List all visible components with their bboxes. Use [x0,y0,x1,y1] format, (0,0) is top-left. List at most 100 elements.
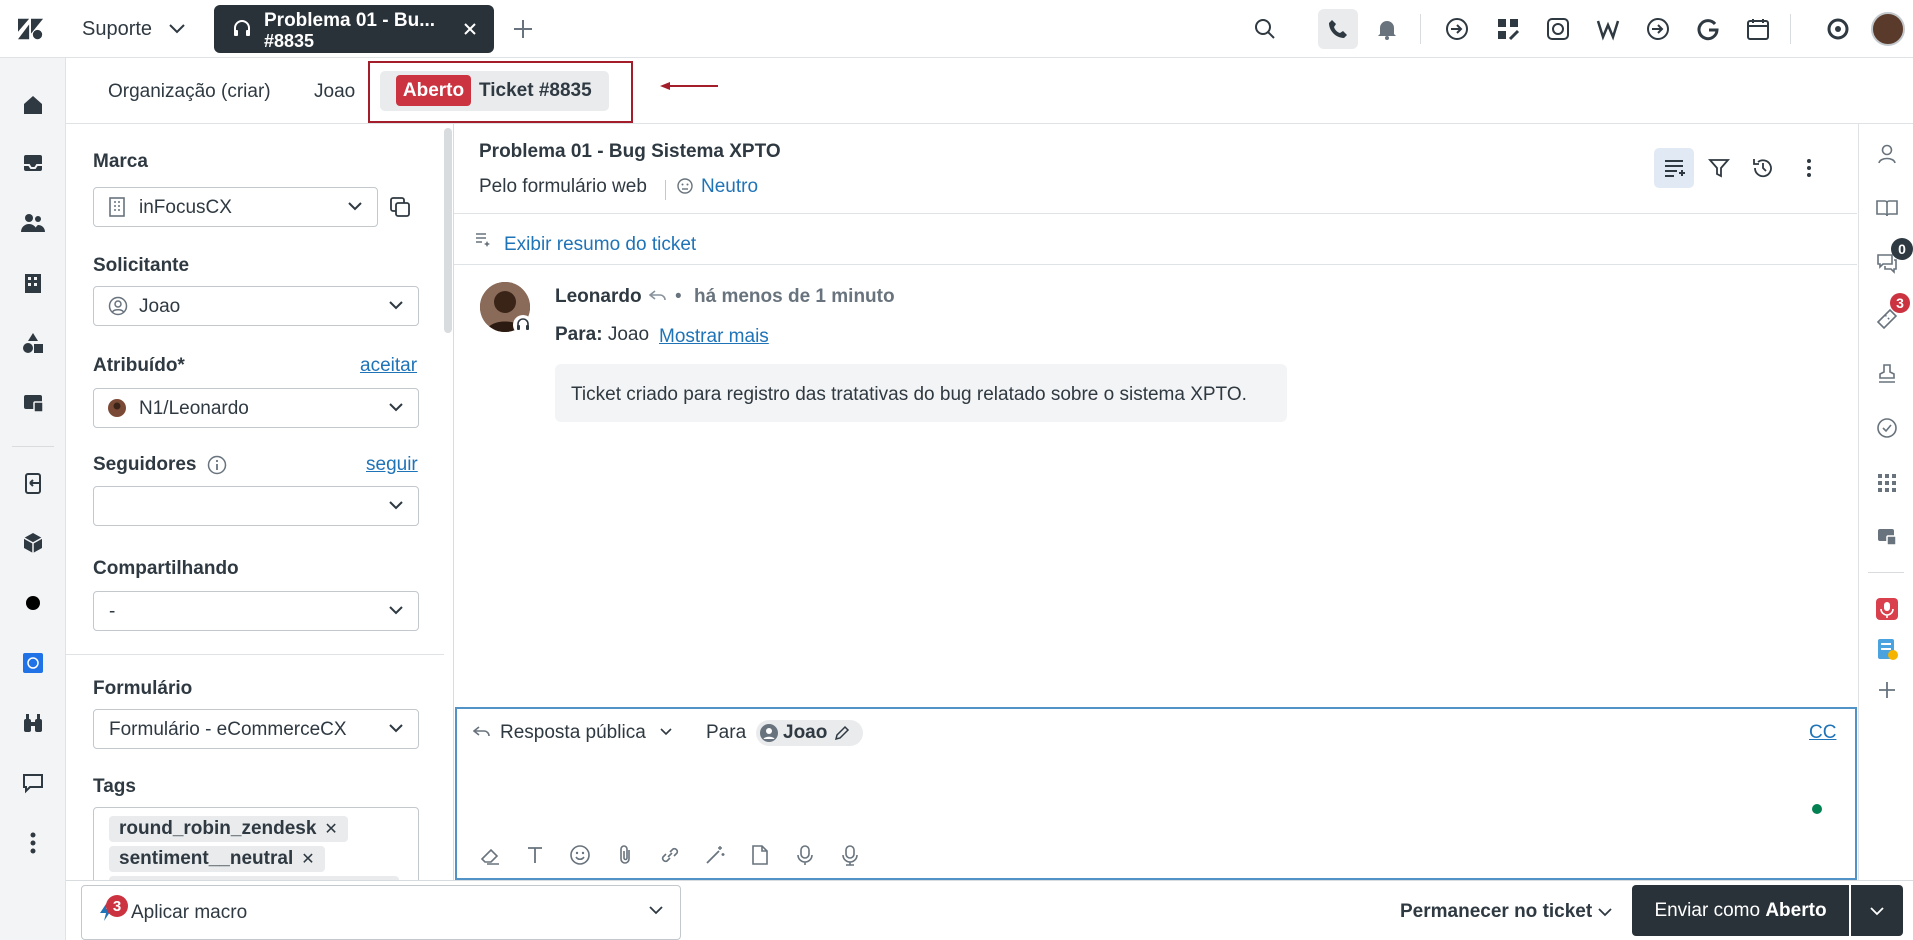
chevron-down-icon[interactable] [660,728,672,736]
submit-prefix: Enviar como [1654,899,1761,921]
copy-icon[interactable] [389,196,411,218]
neutral-face-icon [677,178,693,194]
link-icon[interactable] [658,843,682,867]
message-author[interactable]: Leonardo [555,286,642,308]
show-more-link[interactable]: Mostrar mais [659,326,769,348]
pencil-icon[interactable] [834,725,850,741]
reply-type-label[interactable]: Resposta pública [500,722,646,744]
close-icon[interactable] [462,21,478,37]
cc-link[interactable]: CC [1809,722,1836,744]
add-tab-icon[interactable] [510,16,536,42]
reporting-icon[interactable] [20,390,46,416]
brand-select[interactable]: inFocusCX [93,187,378,227]
attachment-icon[interactable] [613,843,637,867]
home-icon[interactable] [20,92,46,118]
message-body: Ticket criado para registro das tratativ… [571,384,1247,405]
voice-note-icon[interactable] [838,843,862,867]
emoji-icon[interactable] [568,843,592,867]
g-app-icon[interactable] [1695,16,1721,42]
add-app-icon[interactable] [1875,678,1899,702]
bell-icon[interactable] [1374,16,1400,42]
organizations-icon[interactable] [20,270,46,296]
recipient-chip[interactable]: Joao [756,720,863,746]
voice-recorder-app-icon[interactable] [1875,597,1899,621]
microphone-icon[interactable] [793,843,817,867]
history-icon[interactable] [1752,157,1774,179]
cube-icon[interactable] [20,530,46,556]
stamp-icon[interactable] [1875,361,1899,385]
assignee-select[interactable]: N1/Leonardo [93,388,419,428]
ticket-workspace-tab[interactable]: Problema 01 - Bu... #8835 [214,5,494,53]
panel-scrollbar[interactable] [444,128,452,333]
inbox-views-icon[interactable] [20,150,46,176]
arrow-in-circle-icon[interactable] [1444,16,1470,42]
user-icon [760,724,778,742]
follow-link[interactable]: seguir [366,454,418,476]
remove-tag-icon[interactable]: ✕ [324,819,337,839]
filter-icon[interactable] [1708,157,1730,179]
info-icon[interactable] [207,455,227,475]
separator [665,180,666,200]
whatsapp-icon[interactable] [1545,16,1571,42]
document-icon[interactable] [748,843,772,867]
check-circle-icon[interactable] [1875,416,1899,440]
zendesk-logo-icon[interactable] [18,16,44,42]
product-switcher-label[interactable]: Suporte [82,18,152,41]
dot-app-icon[interactable] [20,590,46,616]
sentiment-link[interactable]: Neutro [701,176,758,198]
more-vertical-icon[interactable] [1806,158,1812,178]
magic-wand-icon[interactable] [703,843,727,867]
more-vertical-icon[interactable] [20,830,46,856]
submit-button[interactable]: Enviar como Aberto [1632,885,1849,936]
binoculars-icon[interactable] [20,710,46,736]
form-select[interactable]: Formulário - eCommerceCX [93,709,419,749]
phone-icon [1328,19,1348,39]
conversation-view-button[interactable] [1654,148,1694,188]
toolbar-divider [1790,14,1791,44]
w-app-icon[interactable] [1595,16,1621,42]
apps-grid-icon[interactable] [1875,471,1899,495]
chevron-down-icon [388,300,404,310]
tag-label: sentiment__neutral [119,848,294,869]
sharing-select[interactable]: - [93,591,419,631]
requester-select[interactable]: Joao [93,286,419,326]
reporting-app-icon[interactable] [1875,525,1899,549]
stay-on-ticket-label[interactable]: Permanecer no ticket [1400,901,1592,923]
followers-select[interactable] [93,486,419,526]
show-ticket-summary-link[interactable]: Exibir resumo do ticket [504,234,696,256]
submit-options-button[interactable] [1851,885,1903,936]
chat-icon[interactable] [20,770,46,796]
ticket-subject: Problema 01 - Bug Sistema XPTO [479,141,781,162]
to-label: Para: [555,324,603,345]
forward-circle-icon[interactable] [1645,16,1671,42]
nav-divider [12,446,54,447]
main-navigation [0,58,66,940]
reply-arrow-icon [473,725,491,739]
help-lifebuoy-icon[interactable] [1825,16,1851,42]
grid-app-icon[interactable] [1495,16,1521,42]
remove-tag-icon[interactable]: ✕ [301,849,314,869]
search-icon[interactable] [1252,16,1278,42]
requester-tab-link[interactable]: Joao [314,81,355,103]
exit-app-icon[interactable] [20,470,46,496]
shapes-icon[interactable] [20,330,46,356]
assignee-label: Atribuído* [93,355,185,376]
customers-icon[interactable] [20,210,46,236]
organization-create-link[interactable]: Organização (criar) [108,81,271,103]
eraser-icon[interactable] [478,843,502,867]
calendar-icon[interactable] [1745,16,1771,42]
chevron-down-icon[interactable] [164,16,190,42]
user-profile-icon[interactable] [1875,142,1899,166]
chevron-down-icon[interactable] [1598,908,1612,917]
accept-assignment-link[interactable]: aceitar [360,355,417,377]
knowledge-book-icon[interactable] [1875,196,1899,220]
text-format-icon[interactable] [523,843,547,867]
phone-button[interactable] [1318,9,1358,49]
workspace-tab-subtitle: #8835 [264,31,315,51]
sharing-label: Compartilhando [93,558,239,579]
form-value: Formulário - eCommerceCX [109,719,347,740]
tickets-count-badge: 3 [1890,293,1910,313]
user-avatar[interactable] [1871,12,1905,46]
notes-app-icon[interactable] [1875,637,1899,661]
whatsapp-app-icon[interactable] [20,650,46,676]
